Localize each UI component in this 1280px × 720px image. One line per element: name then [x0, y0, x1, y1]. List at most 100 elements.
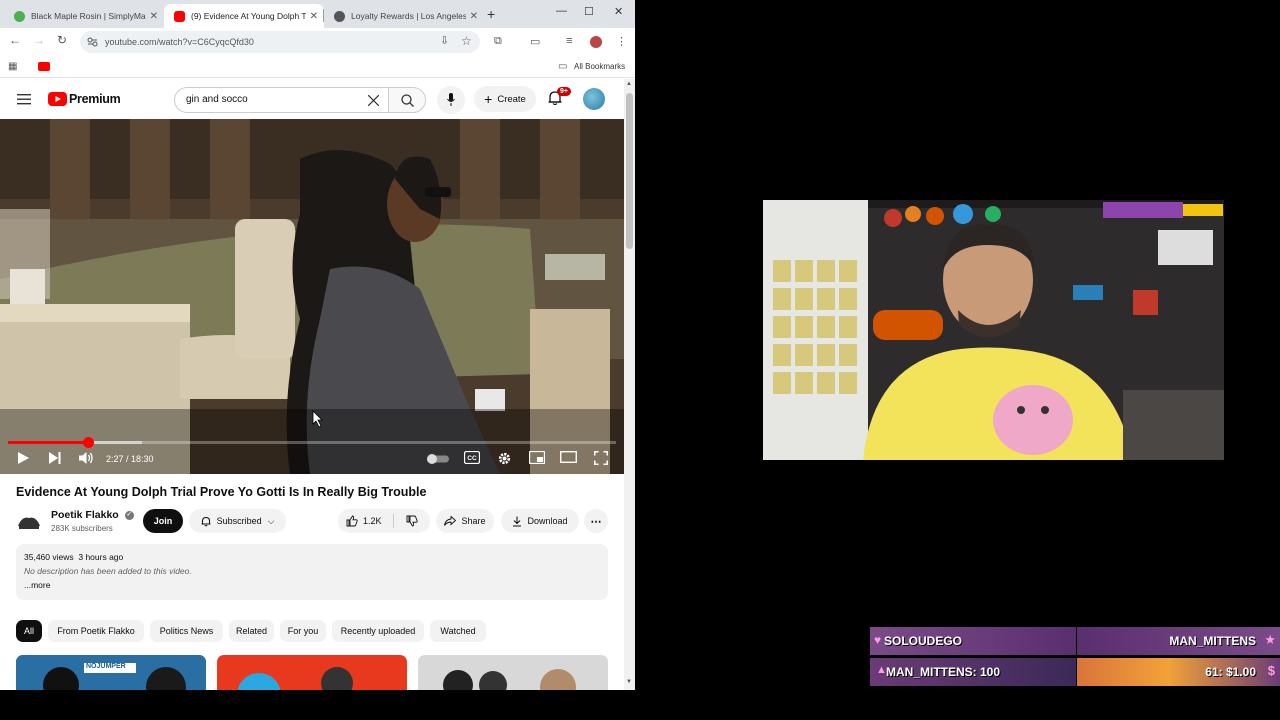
hamburger-menu-icon[interactable]	[17, 93, 31, 105]
premium-label: Premium	[69, 92, 121, 106]
video-progress-bar[interactable]	[8, 437, 616, 448]
browser-window: Black Maple Rosin | SimplyMary ✕ (9) Evi…	[0, 0, 635, 690]
settings-gear-icon[interactable]	[497, 451, 512, 466]
overlay-box: MAN_MITTENS ★	[1077, 627, 1280, 655]
chip-politics-news[interactable]: Politics News	[150, 620, 223, 642]
site-info-icon[interactable]	[87, 37, 98, 47]
video-thumbnail[interactable]	[217, 655, 407, 690]
view-stats: 35,460 views 3 hours ago	[24, 552, 123, 562]
video-thumbnail[interactable]: NOJUMPER	[16, 655, 206, 690]
browser-menu-icon[interactable]: ⋮	[616, 35, 627, 48]
maximize-icon[interactable]: ☐	[584, 5, 594, 18]
like-count[interactable]: 1.2K	[363, 516, 382, 526]
overlay-subscriber-name: MAN_MITTENS	[1169, 634, 1256, 648]
profile-avatar-icon[interactable]	[590, 36, 602, 48]
scrollbar-thumb[interactable]	[626, 93, 633, 249]
minimize-icon[interactable]: —	[556, 5, 567, 17]
dislike-thumb-icon[interactable]	[406, 515, 418, 527]
bookmarks-bar: ▦ ▭ All Bookmarks	[0, 56, 635, 78]
bell-icon	[201, 516, 211, 526]
like-thumb-icon[interactable]	[346, 515, 358, 527]
video-frame-courtroom	[0, 119, 624, 474]
view-count: 35,460 views	[24, 552, 74, 562]
description-box[interactable]: 35,460 views 3 hours ago No description …	[16, 544, 608, 600]
stream-alert-overlay: ♥ SOLOUDEGO MAN_MITTENS ★ ▲ MAN_MITTENS:…	[870, 627, 1280, 688]
channel-name[interactable]: Poetik Flakko ✓	[51, 509, 134, 521]
fullscreen-icon[interactable]	[594, 451, 608, 465]
thumbnail-caption: NOJUMPER	[86, 663, 126, 670]
tab-close-icon[interactable]: ✕	[310, 11, 318, 22]
download-arrow-icon	[513, 516, 522, 526]
search-input[interactable]: gin and socco	[174, 87, 389, 113]
youtube-bookmark-icon[interactable]	[38, 62, 50, 71]
share-arrow-icon	[444, 516, 457, 526]
search-button[interactable]	[388, 87, 426, 113]
tab-loyalty[interactable]: Loyalty Rewards | Los Angeles ✕	[324, 4, 484, 28]
description-text: No description has been added to this vi…	[24, 566, 192, 576]
tab-close-icon[interactable]: ✕	[470, 11, 478, 22]
youtube-page: Premium gin and socco + Create 9+ 2:27 /…	[0, 79, 624, 690]
chip-recently-uploaded[interactable]: Recently uploaded	[332, 620, 424, 642]
show-more-link[interactable]: ...more	[24, 580, 50, 590]
cast-icon[interactable]: ▭	[530, 35, 540, 48]
all-bookmarks-label[interactable]: All Bookmarks	[574, 62, 625, 71]
simplymary-favicon-icon	[14, 10, 25, 22]
next-video-icon[interactable]	[48, 451, 62, 465]
video-thumbnail[interactable]	[418, 655, 608, 690]
subscribed-button[interactable]: Subscribed ⌵	[189, 509, 286, 533]
microphone-icon	[447, 93, 455, 106]
media-controls-icon[interactable]: ≡	[566, 35, 572, 47]
overlay-box: ▲ MAN_MITTENS: 100	[870, 658, 1076, 686]
autoplay-toggle-icon[interactable]	[427, 454, 449, 464]
play-icon[interactable]	[16, 451, 30, 465]
join-button[interactable]: Join	[143, 509, 183, 533]
tab-youtube[interactable]: (9) Evidence At Young Dolph Tri ✕	[164, 4, 324, 28]
extensions-icon[interactable]: ⧉	[494, 35, 502, 48]
more-actions-icon[interactable]: ⋯	[584, 509, 608, 533]
tab-strip: Black Maple Rosin | SimplyMary ✕ (9) Evi…	[0, 0, 635, 28]
volume-icon[interactable]	[79, 451, 94, 465]
overlay-bits-text: MAN_MITTENS: 100	[886, 665, 1001, 679]
captions-icon[interactable]: CC	[464, 451, 480, 464]
install-app-icon[interactable]: ⇩	[440, 34, 449, 47]
chip-watched[interactable]: Watched	[430, 620, 486, 642]
clear-search-icon[interactable]	[368, 95, 379, 106]
page-scrollbar[interactable]: ▲ ▼	[624, 79, 635, 690]
share-label: Share	[461, 516, 486, 526]
miniplayer-icon[interactable]	[529, 451, 545, 464]
scroll-down-arrow-icon[interactable]: ▼	[626, 679, 632, 685]
progress-fill	[8, 441, 89, 444]
tab-simplymary[interactable]: Black Maple Rosin | SimplyMary ✕	[4, 4, 164, 28]
create-button[interactable]: + Create	[474, 86, 536, 112]
chevron-down-icon: ⌵	[267, 515, 275, 526]
back-icon[interactable]: ←	[9, 33, 21, 47]
tab-close-icon[interactable]: ✕	[150, 11, 158, 22]
voice-search-button[interactable]	[437, 86, 465, 114]
video-title: Evidence At Young Dolph Trial Prove Yo G…	[16, 485, 427, 499]
reload-icon[interactable]: ↻	[57, 33, 67, 47]
channel-avatar[interactable]	[16, 510, 42, 534]
share-button[interactable]: Share	[436, 509, 494, 533]
scroll-up-arrow-icon[interactable]: ▲	[626, 81, 632, 87]
chip-for-you[interactable]: For you	[280, 620, 326, 642]
chip-related[interactable]: Related	[229, 620, 274, 642]
account-avatar[interactable]	[583, 88, 605, 110]
chip-from-channel[interactable]: From Poetik Flakko	[48, 620, 144, 642]
bookmark-star-icon[interactable]: ☆	[461, 34, 472, 48]
theater-mode-icon[interactable]	[560, 451, 577, 463]
forward-icon[interactable]: →	[33, 33, 45, 47]
youtube-logo[interactable]: Premium	[48, 92, 121, 106]
close-window-icon[interactable]: ✕	[614, 5, 623, 18]
address-bar[interactable]: youtube.com/watch?v=C6CyqcQfd30 ⇩ ☆	[80, 31, 480, 53]
video-player[interactable]: 2:27 / 18:30 CC	[0, 119, 624, 474]
tab-title: Loyalty Rewards | Los Angeles	[351, 11, 466, 21]
verified-check-icon: ✓	[124, 510, 134, 520]
notification-count-badge: 9+	[557, 87, 571, 96]
like-dislike-group: 1.2K	[338, 509, 430, 533]
chip-all[interactable]: All	[16, 620, 42, 642]
apps-grid-icon[interactable]: ▦	[8, 61, 17, 72]
new-tab-plus-icon[interactable]: +	[487, 6, 495, 22]
video-time-display: 2:27 / 18:30	[106, 454, 154, 464]
search-input-value: gin and socco	[186, 94, 248, 105]
download-button[interactable]: Download	[501, 509, 579, 533]
